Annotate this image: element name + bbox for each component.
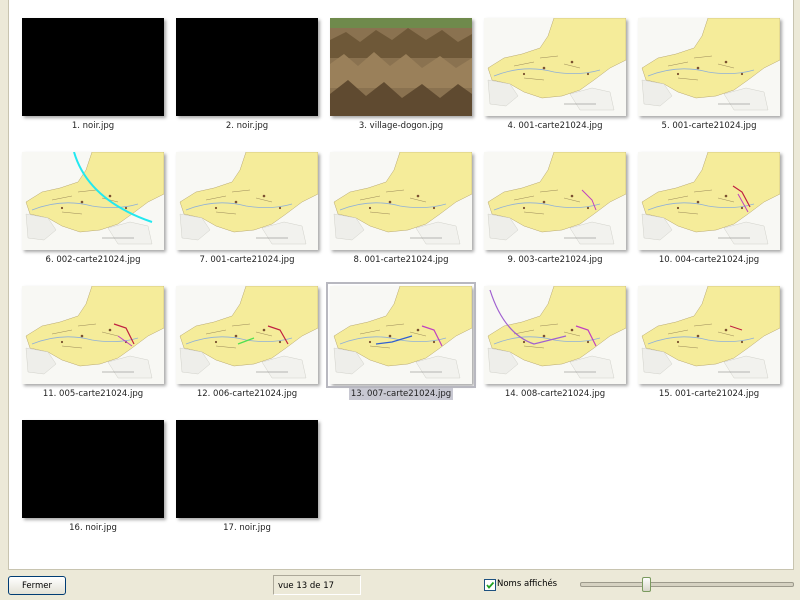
thumbnail-caption-text: 16. noir.jpg: [69, 523, 117, 533]
thumbnail-item[interactable]: 2. noir.jpg: [176, 18, 320, 140]
show-names-label: Noms affichés: [497, 579, 558, 589]
thumbnail-item[interactable]: 7. 001-carte21024.jpg: [176, 152, 320, 274]
thumbnail-caption: 6. 002-carte21024.jpg: [12, 255, 174, 265]
zoom-slider-thumb[interactable]: [642, 577, 651, 592]
thumbnail-image[interactable]: [176, 152, 318, 250]
black-image: [22, 420, 164, 518]
thumbnail-item[interactable]: 13. 007-carte21024.jpg: [326, 282, 476, 408]
thumbnail-caption-text: 5. 001-carte21024.jpg: [661, 121, 757, 131]
thumbnail-caption: 8. 001-carte21024.jpg: [320, 255, 482, 265]
map-image: [22, 286, 164, 384]
thumbnail-caption-text: 9. 003-carte21024.jpg: [507, 255, 603, 265]
thumbnail-caption-text: 17. noir.jpg: [223, 523, 271, 533]
thumbnail-caption: 12. 006-carte21024.jpg: [166, 389, 328, 399]
thumbnail-image[interactable]: [176, 286, 318, 384]
thumbnail-image[interactable]: [176, 420, 318, 518]
show-names-checkbox[interactable]: [484, 579, 496, 591]
thumbnail-caption: 5. 001-carte21024.jpg: [628, 121, 790, 131]
thumbnail-caption-text: 7. 001-carte21024.jpg: [199, 255, 295, 265]
thumbnail-caption: 2. noir.jpg: [166, 121, 328, 131]
thumbnail-image[interactable]: [484, 152, 626, 250]
thumbnail-image[interactable]: [22, 18, 164, 116]
thumbnail-image[interactable]: [22, 286, 164, 384]
map-image: [484, 152, 626, 250]
thumbnail-item[interactable]: 4. 001-carte21024.jpg: [484, 18, 628, 140]
thumbnail-caption-text: 8. 001-carte21024.jpg: [353, 255, 449, 265]
thumbnail-caption-text: 2. noir.jpg: [225, 121, 269, 131]
thumbnail-item[interactable]: 10. 004-carte21024.jpg: [638, 152, 782, 274]
thumbnail-caption: 9. 003-carte21024.jpg: [474, 255, 636, 265]
thumbnail-item[interactable]: 16. noir.jpg: [22, 420, 166, 542]
thumbnail-caption-text: 3. village-dogon.jpg: [358, 121, 444, 131]
zoom-slider-track: [580, 582, 794, 587]
village-photo: [330, 18, 472, 116]
thumbnail-image[interactable]: [22, 420, 164, 518]
map-image: [638, 152, 780, 250]
thumbnail-caption-text: 10. 004-carte21024.jpg: [658, 255, 760, 265]
thumbnail-item[interactable]: 9. 003-carte21024.jpg: [484, 152, 628, 274]
thumbnail-caption: 16. noir.jpg: [12, 523, 174, 533]
thumbnail-item[interactable]: 15. 001-carte21024.jpg: [638, 286, 782, 408]
thumbnail-caption: 17. noir.jpg: [166, 523, 328, 533]
thumbnail-image[interactable]: [22, 152, 164, 250]
black-image: [176, 420, 318, 518]
thumbnail-image[interactable]: [638, 286, 780, 384]
black-image: [22, 18, 164, 116]
map-image: [638, 18, 780, 116]
thumbnail-image[interactable]: [638, 152, 780, 250]
map-image: [484, 18, 626, 116]
thumbnail-item[interactable]: 8. 001-carte21024.jpg: [330, 152, 474, 274]
thumbnail-caption-text: 15. 001-carte21024.jpg: [658, 389, 760, 399]
thumbnail-item[interactable]: 6. 002-carte21024.jpg: [22, 152, 166, 274]
thumbnail-caption: 13. 007-carte21024.jpg: [320, 388, 482, 400]
thumbnail-image[interactable]: [330, 18, 472, 116]
thumbnail-caption-text: 12. 006-carte21024.jpg: [196, 389, 298, 399]
map-image: [330, 286, 472, 384]
thumbnail-caption-text: 4. 001-carte21024.jpg: [507, 121, 603, 131]
black-image: [176, 18, 318, 116]
map-image: [22, 152, 164, 250]
thumbnail-grid: 1. noir.jpg 2. noir.jpg 3. village-dogon.j…: [8, 0, 794, 570]
checkmark-icon: [486, 581, 495, 589]
thumbnail-caption-text: 13. 007-carte21024.jpg: [348, 388, 454, 400]
thumbnail-item[interactable]: 1. noir.jpg: [22, 18, 166, 140]
thumbnail-caption: 10. 004-carte21024.jpg: [628, 255, 790, 265]
thumbnail-image[interactable]: [330, 152, 472, 250]
thumbnail-image[interactable]: [326, 282, 476, 388]
thumbnail-caption: 3. village-dogon.jpg: [320, 121, 482, 131]
thumbnail-item[interactable]: 11. 005-carte21024.jpg: [22, 286, 166, 408]
thumbnail-caption: 7. 001-carte21024.jpg: [166, 255, 328, 265]
map-image: [330, 152, 472, 250]
thumbnail-image[interactable]: [176, 18, 318, 116]
thumbnail-caption-text: 11. 005-carte21024.jpg: [42, 389, 144, 399]
thumbnail-caption: 11. 005-carte21024.jpg: [12, 389, 174, 399]
thumbnail-item[interactable]: 17. noir.jpg: [176, 420, 320, 542]
thumbnail-caption: 15. 001-carte21024.jpg: [628, 389, 790, 399]
thumbnail-item[interactable]: 3. village-dogon.jpg: [330, 18, 474, 140]
thumbnail-image[interactable]: [638, 18, 780, 116]
thumbnail-item[interactable]: 5. 001-carte21024.jpg: [638, 18, 782, 140]
thumbnail-caption: 1. noir.jpg: [12, 121, 174, 131]
thumbnail-caption-text: 6. 002-carte21024.jpg: [45, 255, 141, 265]
thumbnail-caption-text: 14. 008-carte21024.jpg: [504, 389, 606, 399]
thumbnail-caption: 14. 008-carte21024.jpg: [474, 389, 636, 399]
map-image: [176, 152, 318, 250]
thumbnail-caption: 4. 001-carte21024.jpg: [474, 121, 636, 131]
thumbnail-item[interactable]: 12. 006-carte21024.jpg: [176, 286, 320, 408]
map-image: [638, 286, 780, 384]
zoom-slider[interactable]: [580, 577, 794, 592]
thumbnail-item[interactable]: 14. 008-carte21024.jpg: [484, 286, 628, 408]
map-image: [484, 286, 626, 384]
thumbnail-caption-text: 1. noir.jpg: [71, 121, 115, 131]
close-button[interactable]: Fermer: [8, 576, 66, 595]
view-status-field: vue 13 de 17: [273, 575, 361, 595]
thumbnail-image[interactable]: [484, 18, 626, 116]
thumbnail-image[interactable]: [484, 286, 626, 384]
map-image: [176, 286, 318, 384]
